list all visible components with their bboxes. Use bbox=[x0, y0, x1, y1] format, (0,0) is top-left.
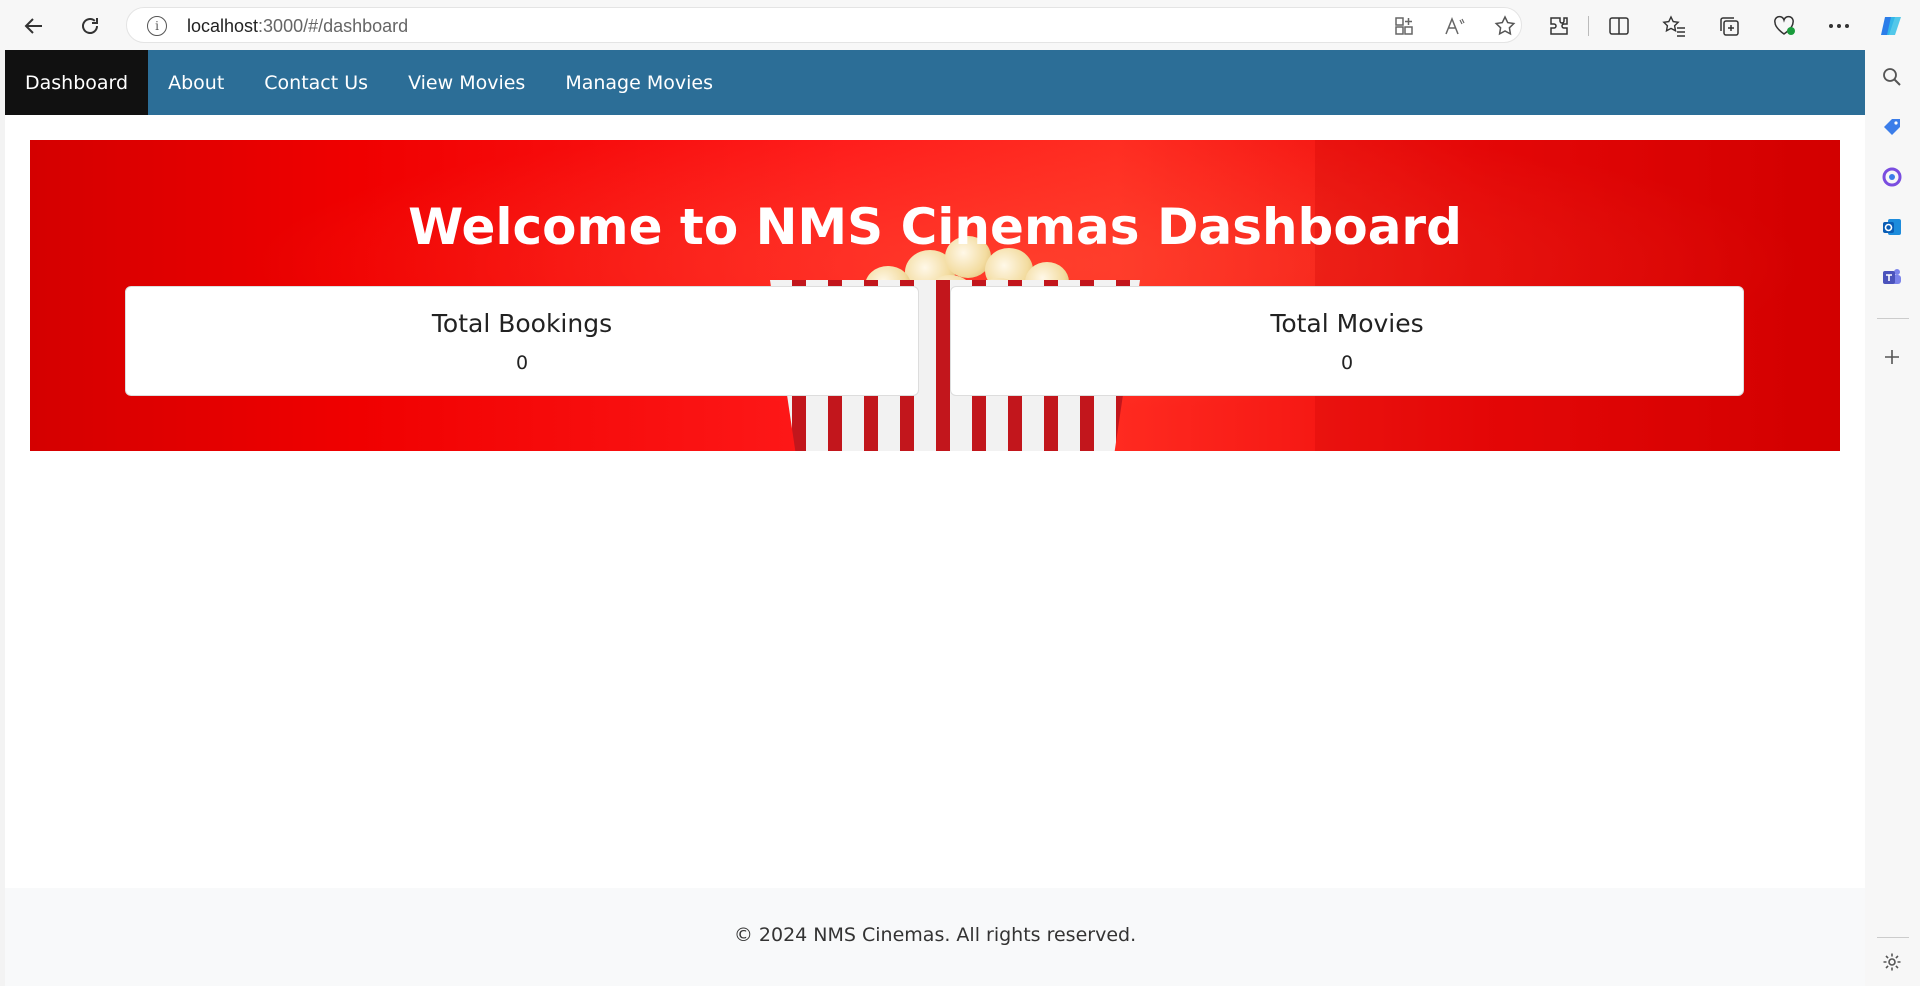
teams-icon[interactable] bbox=[1879, 264, 1905, 290]
page-title: Welcome to NMS Cinemas Dashboard bbox=[408, 198, 1462, 256]
main-navbar: Dashboard About Contact Us View Movies M… bbox=[5, 50, 1865, 115]
address-bar[interactable]: i localhost:3000/#/dashboard bbox=[126, 7, 1522, 43]
app-available-icon[interactable] bbox=[1392, 14, 1416, 38]
nav-item-dashboard[interactable]: Dashboard bbox=[5, 50, 149, 115]
page-viewport: Dashboard About Contact Us View Movies M… bbox=[5, 50, 1865, 986]
nav-item-about[interactable]: About bbox=[148, 50, 244, 115]
edge-sidebar bbox=[1865, 50, 1920, 986]
browser-essentials-icon[interactable] bbox=[1770, 12, 1798, 40]
outlook-icon[interactable] bbox=[1879, 214, 1905, 240]
hero-banner: Welcome to NMS Cinemas Dashboard Total B… bbox=[30, 140, 1840, 451]
footer-copyright: © 2024 NMS Cinemas. All rights reserved. bbox=[733, 924, 1137, 946]
back-arrow-icon[interactable] bbox=[18, 10, 50, 42]
stat-title: Total Bookings bbox=[431, 309, 613, 338]
nav-item-contact-us[interactable]: Contact Us bbox=[244, 50, 388, 115]
add-icon[interactable] bbox=[1879, 344, 1905, 370]
info-icon[interactable]: i bbox=[147, 16, 167, 36]
favorites-icon[interactable] bbox=[1660, 12, 1688, 40]
stat-title: Total Movies bbox=[1270, 309, 1424, 338]
copilot-icon[interactable] bbox=[1878, 12, 1906, 40]
read-aloud-icon[interactable] bbox=[1443, 14, 1467, 38]
browser-toolbar: i localhost:3000/#/dashboard bbox=[0, 0, 1920, 50]
more-icon[interactable] bbox=[1825, 12, 1853, 40]
stat-value: 0 bbox=[515, 352, 529, 374]
sidebar-divider-bottom bbox=[1877, 937, 1909, 938]
stat-card-total-movies: Total Movies 0 bbox=[950, 286, 1744, 396]
url-text[interactable]: localhost:3000/#/dashboard bbox=[187, 16, 408, 37]
search-icon[interactable] bbox=[1879, 64, 1905, 90]
settings-icon[interactable] bbox=[1879, 949, 1905, 975]
toolbar-divider bbox=[1588, 16, 1589, 36]
copilot-side-icon[interactable] bbox=[1879, 164, 1905, 190]
nav-item-view-movies[interactable]: View Movies bbox=[388, 50, 545, 115]
refresh-icon[interactable] bbox=[74, 10, 106, 42]
stat-value: 0 bbox=[1340, 352, 1354, 374]
page-footer: © 2024 NMS Cinemas. All rights reserved. bbox=[5, 888, 1865, 986]
sidebar-divider bbox=[1877, 318, 1909, 319]
nav-item-manage-movies[interactable]: Manage Movies bbox=[545, 50, 733, 115]
tag-icon[interactable] bbox=[1879, 114, 1905, 140]
split-screen-icon[interactable] bbox=[1605, 12, 1633, 40]
collections-icon[interactable] bbox=[1715, 12, 1743, 40]
extensions-icon[interactable] bbox=[1545, 12, 1573, 40]
favorite-star-icon[interactable] bbox=[1493, 14, 1517, 38]
stat-card-total-bookings: Total Bookings 0 bbox=[125, 286, 919, 396]
